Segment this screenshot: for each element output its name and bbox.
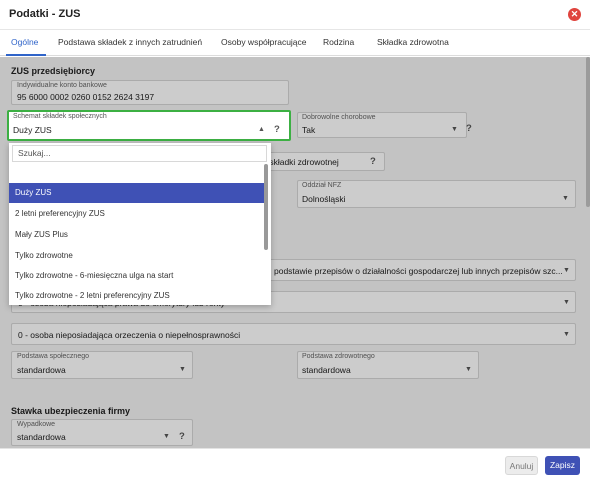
dialog-titlebar: Podatki - ZUS ✕: [0, 0, 590, 30]
schemat-skladek-value: Duży ZUS: [13, 125, 52, 135]
dropdown-option[interactable]: Mały ZUS Plus: [9, 225, 265, 245]
tab-bar: Ogólne Podstawa składek z innych zatrudn…: [0, 30, 590, 56]
tab-rodzina[interactable]: Rodzina: [323, 37, 354, 47]
dialog-footer: Anuluj Zapisz: [0, 448, 590, 481]
dropdown-option[interactable]: Tylko zdrowotne - 6-miesięczna ulga na s…: [9, 266, 265, 286]
schemat-skladek-label: Schemat składek społecznych: [13, 113, 107, 120]
dialog-title: Podatki - ZUS: [9, 8, 81, 20]
dropdown-option[interactable]: 2 letni preferencyjny ZUS: [9, 204, 265, 224]
tab-osoby-wspolpracujace[interactable]: Osoby współpracujące: [221, 37, 307, 47]
dropdown-scrollbar[interactable]: [264, 164, 268, 250]
save-button[interactable]: Zapisz: [545, 456, 580, 475]
schemat-dropdown-list: Szukaj... Duży ZUS 2 letni preferencyjny…: [9, 143, 271, 305]
chevron-up-icon[interactable]: ▲: [258, 126, 265, 133]
close-icon[interactable]: ✕: [568, 8, 581, 21]
dropdown-option[interactable]: Tylko zdrowotne - 2 letni preferencyjny …: [9, 286, 265, 305]
dropdown-search-input[interactable]: Szukaj...: [12, 145, 267, 162]
active-tab-indicator: [6, 54, 46, 56]
cancel-button[interactable]: Anuluj: [505, 456, 538, 475]
tab-skladka-zdrowotna[interactable]: Składka zdrowotna: [377, 37, 449, 47]
schemat-skladek-select[interactable]: Schemat składek społecznych Duży ZUS ▲ ?: [7, 110, 291, 141]
help-schemat-icon[interactable]: ?: [274, 124, 280, 135]
dropdown-option[interactable]: Tylko zdrowotne: [9, 246, 265, 266]
tab-ogolne[interactable]: Ogólne: [11, 37, 38, 47]
tab-podstawa-skladek[interactable]: Podstawa składek z innych zatrudnień: [58, 37, 202, 47]
dropdown-option[interactable]: Duży ZUS: [9, 183, 265, 203]
